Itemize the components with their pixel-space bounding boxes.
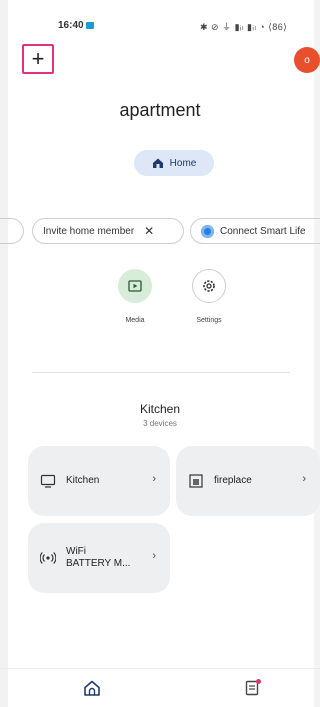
room-device-count: 3 devices bbox=[143, 419, 177, 428]
media-button[interactable]: Media bbox=[112, 269, 158, 324]
plus-icon: + bbox=[31, 46, 45, 71]
settings-button[interactable]: Settings bbox=[186, 269, 232, 324]
close-icon[interactable]: ✕ bbox=[144, 224, 154, 238]
connect-smart-life-label: Connect Smart Life bbox=[220, 225, 306, 237]
page-title: apartment bbox=[119, 100, 201, 120]
add-button[interactable]: + bbox=[22, 44, 54, 74]
avatar[interactable]: o bbox=[294, 47, 320, 73]
settings-circle[interactable] bbox=[192, 269, 226, 303]
chip-previous[interactable] bbox=[0, 218, 24, 244]
frame-icon bbox=[189, 474, 203, 488]
device-tile-kitchen[interactable]: Kitchen › bbox=[28, 446, 170, 516]
invite-member-label: Invite home member bbox=[43, 225, 135, 237]
notification-icon bbox=[85, 21, 94, 29]
bottom-nav bbox=[0, 668, 320, 707]
chevron-right-icon: › bbox=[152, 550, 156, 562]
activity-icon[interactable] bbox=[244, 678, 262, 696]
room-title: Kitchen bbox=[139, 402, 181, 416]
avatar-initial: o bbox=[304, 54, 310, 66]
status-time: 16:40 bbox=[58, 20, 94, 31]
home-chip-label: Home bbox=[169, 157, 197, 169]
chevron-right-icon: › bbox=[152, 473, 156, 485]
media-icon bbox=[128, 280, 142, 292]
device-name: fireplace bbox=[214, 475, 252, 486]
device-tile-fireplace[interactable]: fireplace › bbox=[176, 446, 320, 516]
device-name: Kitchen bbox=[66, 475, 100, 486]
settings-label: Settings bbox=[196, 317, 222, 324]
device-tile-wifi-battery[interactable]: WiFi BATTERY M... › bbox=[28, 523, 170, 593]
home-icon bbox=[152, 158, 163, 168]
suggestion-chips: Invite home member ✕ Connect Smart Life bbox=[0, 218, 320, 244]
device-name-line2: BATTERY M... bbox=[66, 558, 131, 569]
connect-smart-life-chip[interactable]: Connect Smart Life bbox=[190, 218, 320, 244]
status-time-text: 16:40 bbox=[58, 20, 84, 31]
home-chip[interactable]: Home bbox=[134, 150, 214, 176]
wifi-icon bbox=[40, 552, 56, 564]
status-icons: ✱ ⊘ ⏚ ▮ᵢₗ ▮ᵢₗ ◔ ⟨86⟩ bbox=[200, 22, 288, 32]
gear-icon bbox=[203, 280, 215, 292]
smart-life-icon bbox=[201, 224, 214, 238]
device-name-line1: WiFi bbox=[66, 546, 86, 557]
home-icon[interactable] bbox=[83, 679, 101, 697]
display-icon bbox=[40, 474, 56, 488]
chevron-right-icon: › bbox=[302, 473, 306, 485]
media-circle[interactable] bbox=[118, 269, 152, 303]
invite-member-chip[interactable]: Invite home member ✕ bbox=[32, 218, 184, 244]
media-label: Media bbox=[125, 317, 145, 324]
section-divider bbox=[32, 372, 290, 373]
device-name: WiFi BATTERY M... bbox=[66, 546, 130, 570]
status-bar: 16:40 ✱ ⊘ ⏚ ▮ᵢₗ ▮ᵢₗ ◔ ⟨86⟩ bbox=[0, 0, 320, 40]
